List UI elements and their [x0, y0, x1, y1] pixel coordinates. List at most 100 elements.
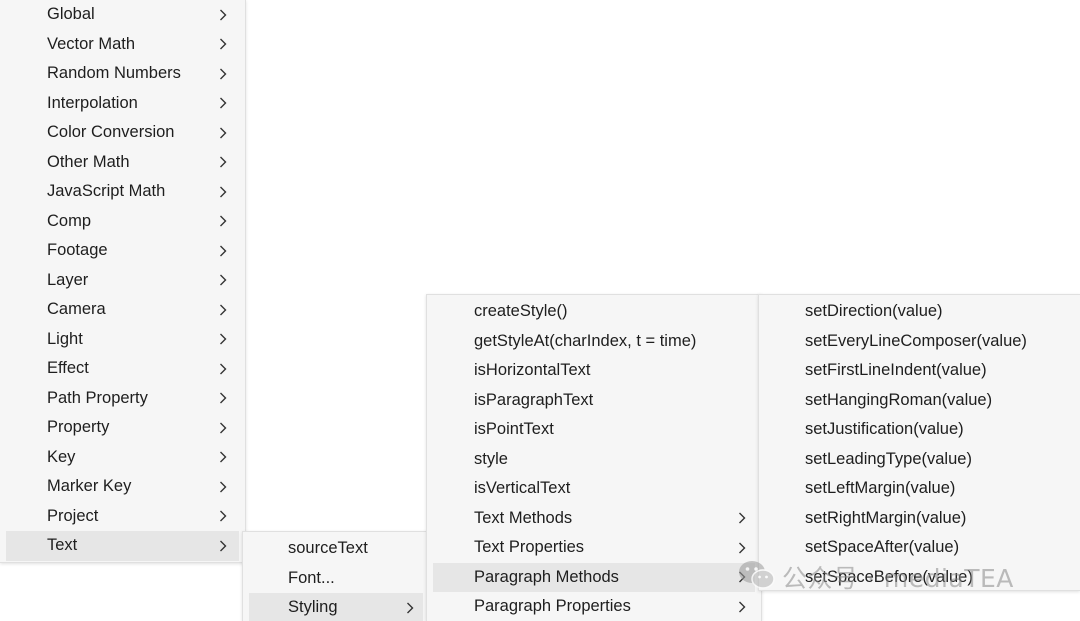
menu-item-label: setJustification(value) [805, 420, 964, 439]
menu-item-label: isPointText [474, 420, 554, 439]
chevron-right-icon [216, 329, 230, 349]
menu-item-label: setLeadingType(value) [805, 449, 972, 468]
menu-item-label: Layer [47, 270, 89, 289]
menu-item-setrightmargin-value[interactable]: setRightMargin(value) [759, 504, 1080, 534]
menu-item-label: setSpaceBefore(value) [805, 567, 973, 586]
menu-item-interpolation[interactable]: Interpolation [0, 89, 245, 119]
menu-item-label: Text [47, 536, 78, 555]
menu-item-effect[interactable]: Effect [0, 354, 245, 384]
menu-item-setfirstlineindent-value[interactable]: setFirstLineIndent(value) [759, 356, 1080, 386]
menu-item-paragraph-properties[interactable]: Paragraph Properties [427, 592, 761, 621]
menu-item-ishorizontaltext[interactable]: isHorizontalText [427, 356, 761, 386]
text-submenu: sourceText Font... Styling [242, 531, 430, 621]
menu-item-isverticaltext[interactable]: isVerticalText [427, 474, 761, 504]
menu-item-footage[interactable]: Footage [0, 236, 245, 266]
menu-item-light[interactable]: Light [0, 325, 245, 355]
menu-item-text[interactable]: Text [6, 531, 239, 561]
menu-item-label: Footage [47, 241, 108, 260]
expression-menu: Global Vector Math Random Numbers Interpola… [0, 0, 246, 563]
menu-item-label: Text Properties [474, 538, 585, 557]
menu-item-label: Paragraph Methods [474, 567, 619, 586]
chevron-right-icon [216, 241, 230, 261]
menu-item-label: JavaScript Math [47, 182, 166, 201]
chevron-right-icon [216, 270, 230, 290]
menu-item-color-conversion[interactable]: Color Conversion [0, 118, 245, 148]
styling-submenu: createStyle() getStyleAt(charIndex, t = t… [426, 294, 762, 621]
menu-item-paragraph-methods[interactable]: Paragraph Methods [433, 562, 755, 592]
chevron-right-icon [216, 447, 230, 467]
chevron-right-icon [216, 477, 230, 497]
chevron-right-icon [735, 597, 749, 617]
menu-item-path-property[interactable]: Path Property [0, 384, 245, 414]
menu-item-global[interactable]: Global [0, 0, 245, 30]
menu-item-label: setHangingRoman(value) [805, 390, 993, 409]
menu-item-property[interactable]: Property [0, 413, 245, 443]
menu-item-isparagraphtext[interactable]: isParagraphText [427, 386, 761, 416]
chevron-right-icon [735, 567, 749, 587]
menu-item-label: getStyleAt(charIndex, t = time) [474, 331, 697, 350]
menu-item-setleadingtype-value[interactable]: setLeadingType(value) [759, 445, 1080, 475]
chevron-right-icon [735, 538, 749, 558]
menu-item-vector-math[interactable]: Vector Math [0, 30, 245, 60]
menu-item-label: Effect [47, 359, 89, 378]
menu-item-label: Random Numbers [47, 64, 181, 83]
chevron-right-icon [216, 5, 230, 25]
stage: Global Vector Math Random Numbers Interpola… [0, 0, 1080, 621]
menu-item-sethangingroman-value[interactable]: setHangingRoman(value) [759, 386, 1080, 416]
menu-item-setleftmargin-value[interactable]: setLeftMargin(value) [759, 474, 1080, 504]
chevron-right-icon [216, 359, 230, 379]
menu-item-label: Vector Math [47, 34, 136, 53]
menu-item-key[interactable]: Key [0, 443, 245, 473]
menu-item-label: setRightMargin(value) [805, 508, 967, 527]
menu-item-label: Property [47, 418, 110, 437]
menu-item-seteverylinecomposer-value[interactable]: setEveryLineComposer(value) [759, 327, 1080, 357]
menu-item-label: isVerticalText [474, 479, 571, 498]
menu-item-font[interactable]: Font... [243, 564, 429, 594]
menu-item-marker-key[interactable]: Marker Key [0, 472, 245, 502]
menu-item-label: Camera [47, 300, 106, 319]
menu-item-setspacebefore-value[interactable]: setSpaceBefore(value) [759, 563, 1080, 593]
menu-item-setdirection-value[interactable]: setDirection(value) [759, 297, 1080, 327]
menu-item-camera[interactable]: Camera [0, 295, 245, 325]
menu-item-project[interactable]: Project [0, 502, 245, 532]
menu-item-label: setDirection(value) [805, 302, 943, 321]
menu-item-ispointtext[interactable]: isPointText [427, 415, 761, 445]
menu-item-javascript-math[interactable]: JavaScript Math [0, 177, 245, 207]
chevron-right-icon [216, 93, 230, 113]
menu-item-setjustification-value[interactable]: setJustification(value) [759, 415, 1080, 445]
menu-item-label: Key [47, 447, 76, 466]
menu-item-label: Paragraph Properties [474, 597, 631, 616]
menu-item-styling[interactable]: Styling [249, 593, 423, 621]
menu-item-setspaceafter-value[interactable]: setSpaceAfter(value) [759, 533, 1080, 563]
chevron-right-icon [216, 182, 230, 202]
menu-item-text-methods[interactable]: Text Methods [427, 504, 761, 534]
menu-item-label: isHorizontalText [474, 361, 591, 380]
menu-item-label: sourceText [288, 539, 368, 558]
menu-item-comp[interactable]: Comp [0, 207, 245, 237]
paragraph-methods-submenu: setDirection(value) setEveryLineComposer(… [758, 294, 1080, 591]
menu-item-label: Font... [288, 568, 335, 587]
menu-item-other-math[interactable]: Other Math [0, 148, 245, 178]
chevron-right-icon [216, 506, 230, 526]
menu-item-label: Text Methods [474, 508, 573, 527]
menu-item-label: Global [47, 5, 95, 24]
menu-item-label: Path Property [47, 388, 148, 407]
menu-item-label: Color Conversion [47, 123, 175, 142]
menu-item-random-numbers[interactable]: Random Numbers [0, 59, 245, 89]
chevron-right-icon [216, 152, 230, 172]
chevron-right-icon [216, 300, 230, 320]
menu-item-layer[interactable]: Layer [0, 266, 245, 296]
menu-item-sourcetext[interactable]: sourceText [243, 534, 429, 564]
menu-item-label: Other Math [47, 152, 130, 171]
menu-item-label: createStyle() [474, 302, 568, 321]
menu-item-getstyleat-charindex-t-time[interactable]: getStyleAt(charIndex, t = time) [427, 327, 761, 357]
menu-item-label: setEveryLineComposer(value) [805, 331, 1027, 350]
menu-item-label: Project [47, 506, 99, 525]
menu-item-label: setSpaceAfter(value) [805, 538, 960, 557]
menu-item-label: setLeftMargin(value) [805, 479, 956, 498]
menu-item-style[interactable]: style [427, 445, 761, 475]
chevron-right-icon [216, 34, 230, 54]
menu-item-label: Light [47, 329, 83, 348]
menu-item-text-properties[interactable]: Text Properties [427, 533, 761, 563]
menu-item-createstyle[interactable]: createStyle() [427, 297, 761, 327]
